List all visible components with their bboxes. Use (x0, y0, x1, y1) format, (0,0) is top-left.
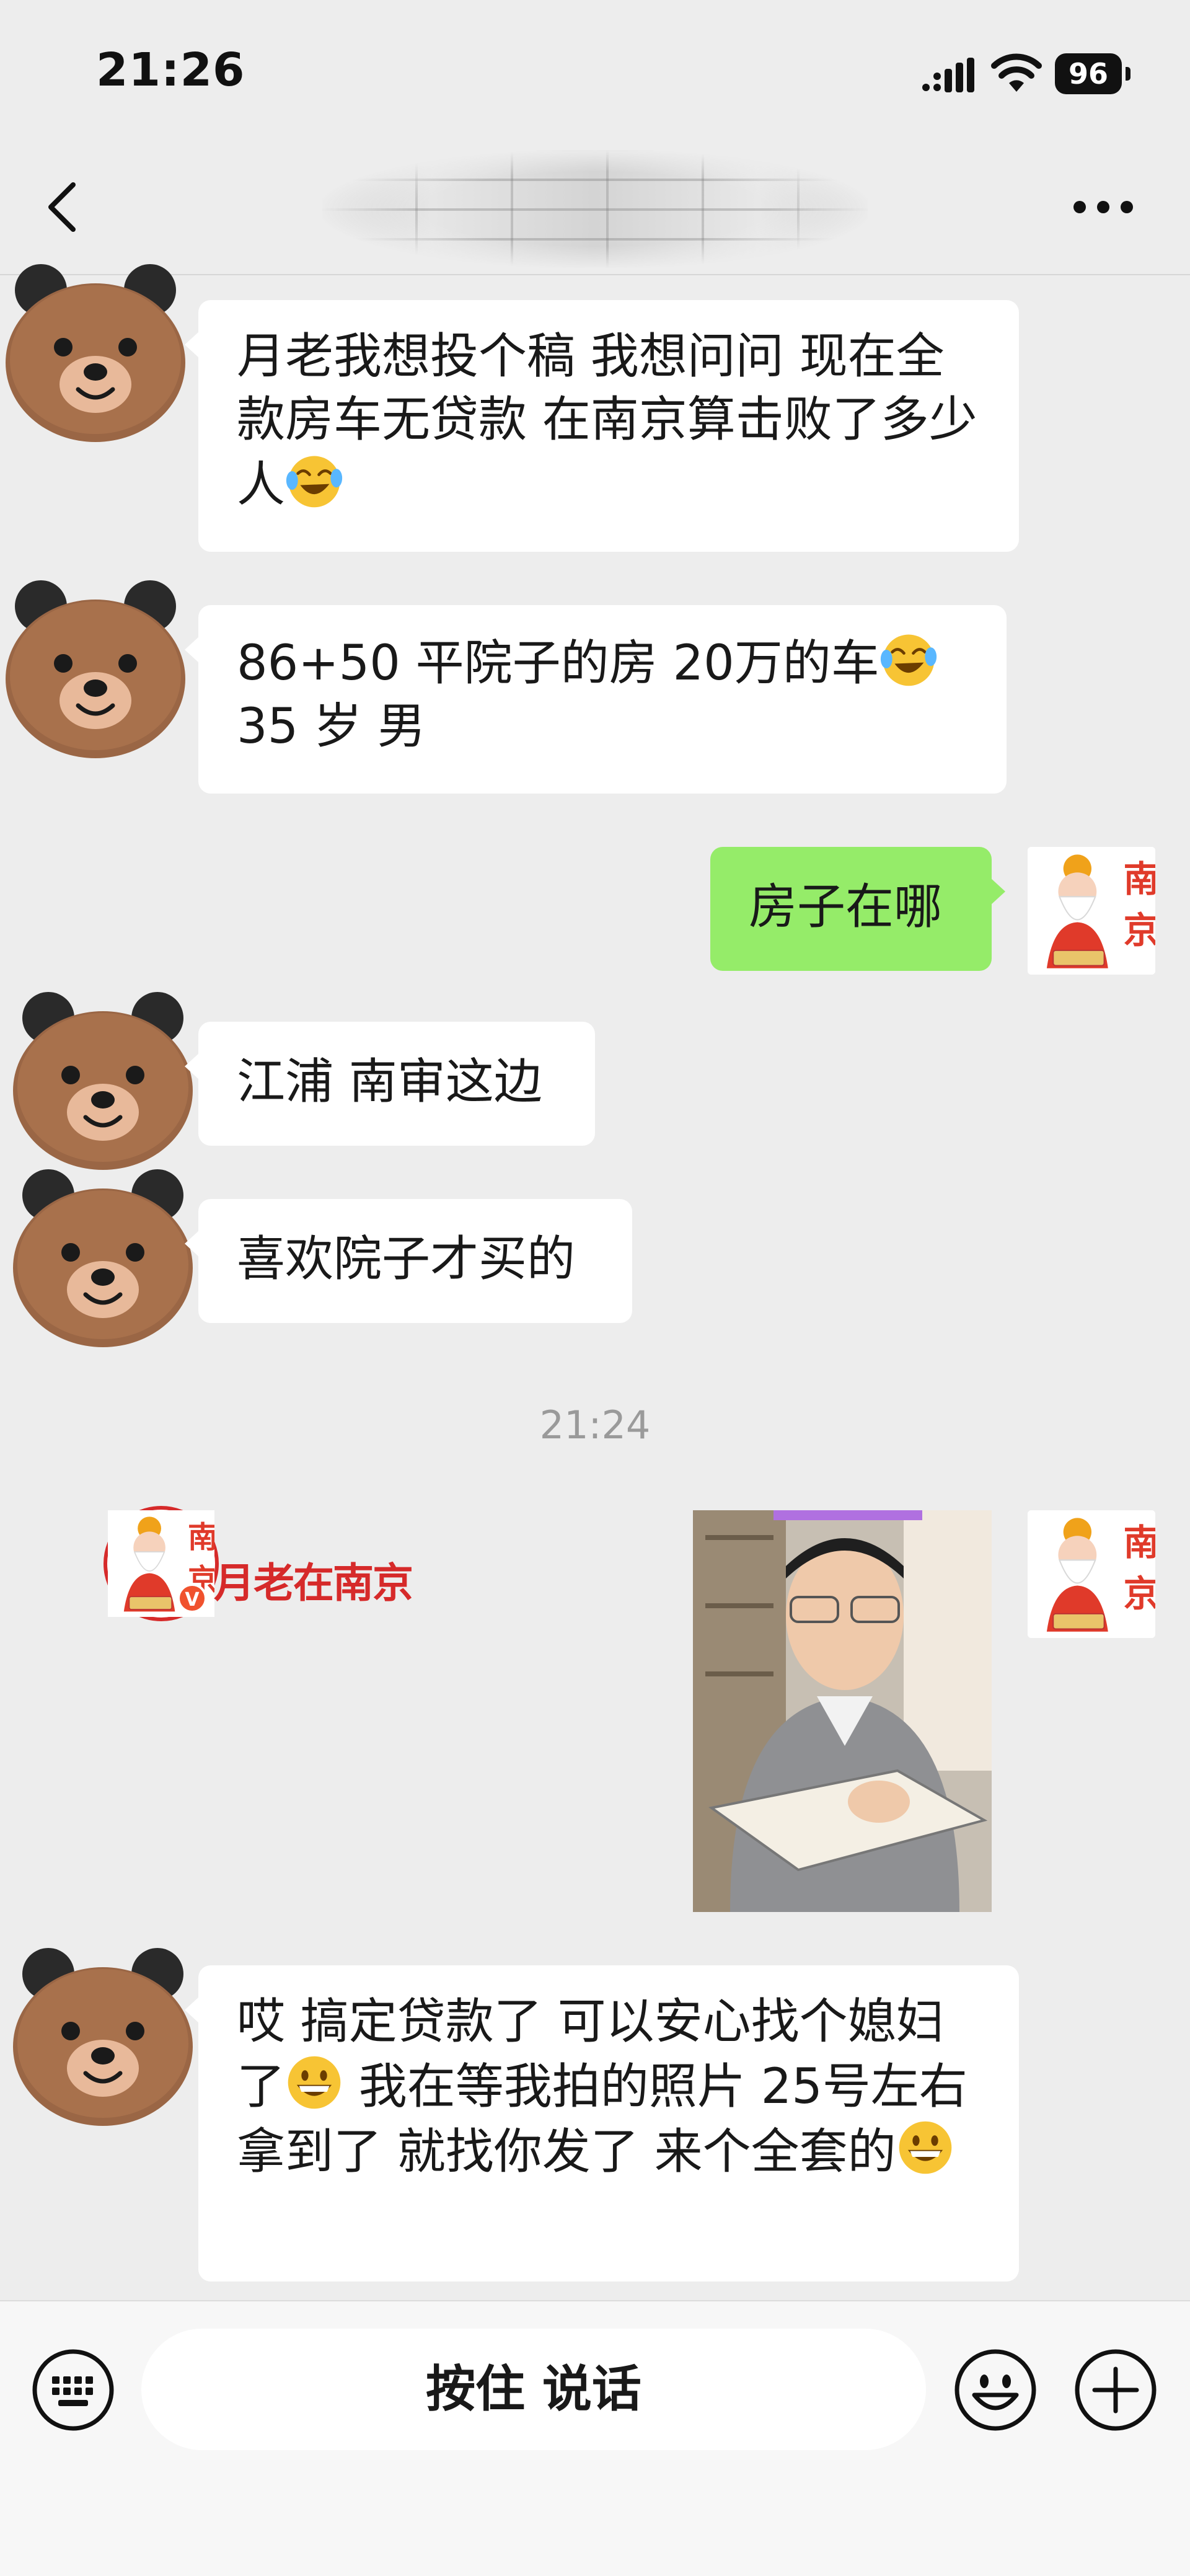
message-text: 86+50 平院子的房 20万的车 (237, 635, 879, 691)
video-thumbnail[interactable] (693, 1510, 992, 1912)
status-time: 21:26 (96, 43, 245, 97)
message-bubble[interactable]: 喜欢院子才买的 (185, 1199, 632, 1323)
message-timestamp: 21:24 (539, 1402, 651, 1448)
contact-avatar-bear[interactable] (10, 1166, 196, 1352)
cellular-signal-icon (922, 58, 974, 92)
message-bubble-self[interactable]: 房子在哪 (710, 847, 1005, 971)
message-bubble[interactable]: 86+50 平院子的房 20万的车 35 岁 男 (185, 605, 1007, 794)
wifi-icon (991, 53, 1042, 92)
hold-to-talk-button[interactable]: 按住 说话 (141, 2329, 926, 2450)
crying-laughing-emoji (879, 630, 938, 688)
channel-logo[interactable]: V (99, 1502, 223, 1626)
battery-level: 96 (1055, 53, 1122, 94)
input-bar: 按住 说话 (0, 2300, 1190, 2576)
grinning-emoji (896, 2118, 954, 2177)
message-text: 我在等我拍的照片 25号左右拿到了 就找你发了 来个全套的 (237, 2059, 967, 2180)
keyboard-icon[interactable] (31, 2348, 115, 2432)
plus-icon[interactable] (1073, 2348, 1158, 2432)
contact-avatar-bear[interactable] (10, 988, 196, 1174)
message-text: 房子在哪 (749, 879, 943, 935)
grinning-emoji (285, 2053, 343, 2112)
more-dots-icon[interactable] (1066, 185, 1140, 229)
message-bubble[interactable]: 哎 搞定贷款了 可以安心找个媳妇了 我在等我拍的照片 25号左右拿到了 就找你发… (185, 1965, 1019, 2282)
message-text: 江浦 南审这边 (237, 1054, 542, 1110)
battery-icon: 96 (1055, 53, 1130, 94)
self-avatar[interactable] (1028, 1510, 1155, 1638)
message-text: 月老我想投个稿 我想问问 现在全款房车无贷款 在南京算击败了多少人 (237, 329, 977, 513)
message-text: 35 岁 男 (237, 699, 426, 755)
message-text: 喜欢院子才买的 (237, 1231, 576, 1287)
contact-avatar-bear[interactable] (10, 1944, 196, 2130)
svg-text:V: V (185, 1589, 200, 1611)
contact-avatar-bear[interactable] (2, 260, 188, 446)
chevron-left-icon[interactable] (37, 176, 93, 238)
channel-name[interactable]: 月老在南京 (214, 1550, 413, 1609)
message-bubble[interactable]: 月老我想投个稿 我想问问 现在全款房车无贷款 在南京算击败了多少人 (185, 300, 1019, 552)
message-bubble[interactable]: 江浦 南审这边 (185, 1022, 595, 1146)
crying-laughing-emoji (285, 451, 343, 510)
navigation-bar (0, 136, 1190, 275)
chat-title-image (322, 150, 868, 268)
self-avatar[interactable] (1028, 847, 1155, 975)
smiley-icon[interactable] (953, 2348, 1038, 2432)
contact-avatar-bear[interactable] (2, 577, 188, 763)
